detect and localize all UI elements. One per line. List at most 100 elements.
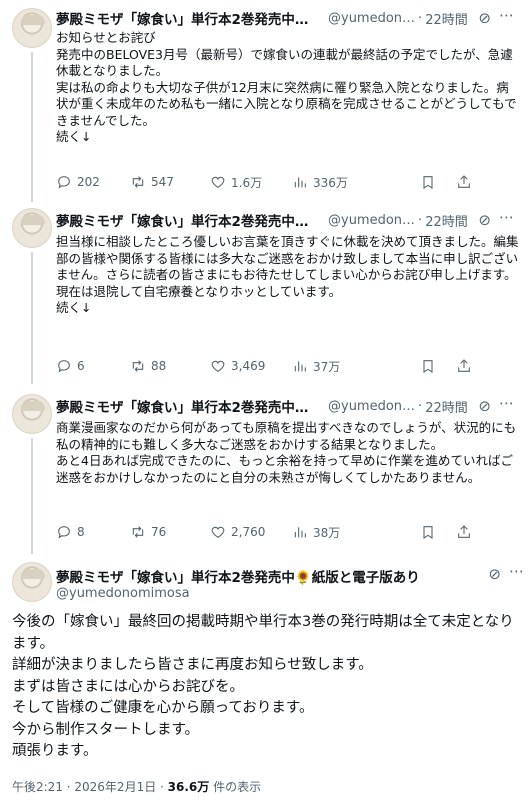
tweet-line: 発売中のBELOVE3月号（最新号）で嫁食いの連載が最終話の予定でしたが、急遽休… [56, 46, 513, 79]
tweet-line: 実は私の命よりも大切な子供が12月末に突然病に罹り緊急入院となりました。病状が重… [56, 79, 517, 128]
retweet-button[interactable]: 547 [130, 174, 174, 190]
author-name[interactable]: 夢殿ミモザ「嫁食い」単行本2巻発売中🌻… [56, 396, 322, 416]
share-icon [458, 525, 470, 538]
share-button[interactable] [456, 524, 472, 540]
heart-icon [211, 360, 225, 372]
tweet-3[interactable]: 夢殿ミモザ「嫁食い」単行本2巻発売中🌻… @yumedon… · 22時間 ⊘ … [0, 382, 531, 554]
tweet-line: 続く↓ [56, 129, 92, 144]
tweet-meta: 午後2:21 · 2026年2月1日 · 36.6万 件の表示 [12, 778, 261, 795]
more-icon[interactable]: ⋯ [499, 208, 515, 226]
tweet-line: お知らせとお詫び [56, 30, 156, 45]
more-icon[interactable]: ⋯ [499, 394, 515, 412]
like-count: 2,760 [231, 525, 266, 539]
tweet-line: 詳細が決まりましたら皆さまに再度お知らせ致します。 [12, 657, 373, 673]
view-count: 36.6万 [167, 780, 210, 794]
tweet-line: あと4日あれば完成できたのに、もっと余裕を持って早めに作業を進めていればご迷惑を… [56, 453, 513, 485]
tweet-line: 続く↓ [56, 300, 92, 315]
author-name[interactable]: 夢殿ミモザ「嫁食い」単行本2巻発売中🌻紙版と電子版あり [56, 566, 420, 586]
grok-icon[interactable]: ⊘ [478, 397, 491, 415]
author-handle[interactable]: @yumedon… [328, 213, 415, 228]
tweet-line: 現在は退院して自宅療養となりホッとしています。 [56, 283, 342, 299]
retweet-count: 88 [151, 359, 167, 373]
tweet-time[interactable]: 22時間 [425, 211, 468, 230]
tweet-header: 夢殿ミモザ「嫁食い」単行本2巻発売中🌻… @yumedon… · 22時間 ⊘ … [56, 394, 521, 416]
main-tweet-text: 今後の「嫁食い」最終回の掲載時期や単行本3巻の発行時期は全て未定となります。 詳… [12, 612, 519, 763]
views-button[interactable]: 38万 [292, 524, 340, 541]
thread-line [31, 252, 33, 384]
views-count: 38万 [313, 525, 341, 540]
views-icon [294, 177, 306, 188]
more-icon[interactable]: ⋯ [499, 6, 515, 24]
tweet-line: 頑張ります。 [12, 743, 98, 759]
tweet-text: 商業漫画家なのだから何があっても原稿を提出すべきなのでしょうが、状況的にも私の精… [56, 420, 519, 486]
heart-icon [211, 526, 225, 538]
thread-line [31, 438, 33, 554]
grok-icon[interactable]: ⊘ [478, 211, 491, 229]
separator-dot: · [418, 10, 423, 26]
retweet-icon [132, 176, 144, 188]
reply-button[interactable]: 6 [56, 358, 85, 374]
tweet-line: 担当様に相談したところ優しいお言葉を頂きすぐに休載を決めて頂きました。編集部の皆… [56, 234, 519, 282]
action-bar: 202 547 1.6万 336万 [56, 172, 523, 192]
bookmark-button[interactable] [420, 524, 436, 540]
share-icon [458, 359, 470, 372]
like-count: 1.6万 [231, 175, 263, 190]
view-label: 件の表示 [209, 780, 262, 794]
like-button[interactable]: 1.6万 [210, 174, 262, 191]
thread-line [31, 52, 33, 202]
reply-icon [58, 176, 70, 189]
tweet-header: 夢殿ミモザ「嫁食い」単行本2巻発売中🌻… @yumedon… · 22時間 ⊘ … [56, 208, 521, 230]
avatar[interactable] [12, 394, 52, 434]
retweet-button[interactable]: 88 [130, 358, 166, 374]
bookmark-button[interactable] [420, 358, 436, 374]
avatar[interactable] [12, 8, 52, 48]
bookmark-icon [423, 526, 433, 539]
tweet-2[interactable]: 夢殿ミモザ「嫁食い」単行本2巻発売中🌻… @yumedon… · 22時間 ⊘ … [0, 200, 531, 384]
like-button[interactable]: 3,469 [210, 358, 265, 374]
views-button[interactable]: 37万 [292, 358, 340, 375]
author-handle[interactable]: @yumedon… [328, 11, 415, 26]
reply-button[interactable]: 8 [56, 524, 85, 540]
more-icon[interactable]: ⋯ [509, 562, 525, 580]
heart-icon [211, 176, 225, 188]
avatar[interactable] [12, 208, 52, 248]
views-button[interactable]: 336万 [292, 174, 348, 191]
views-count: 37万 [313, 359, 341, 374]
author-handle[interactable]: @yumedon… [328, 399, 415, 414]
bookmark-button[interactable] [420, 174, 436, 190]
retweet-icon [132, 360, 144, 372]
author-name[interactable]: 夢殿ミモザ「嫁食い」単行本2巻発売中🌻… [56, 8, 322, 28]
reply-button[interactable]: 202 [56, 174, 100, 190]
tweet-line: 今から制作スタートします。 [12, 721, 200, 738]
tweet-time[interactable]: 22時間 [425, 9, 468, 28]
avatar[interactable] [12, 562, 52, 602]
tweet-time[interactable]: 22時間 [425, 397, 468, 416]
retweet-button[interactable]: 76 [130, 524, 166, 540]
tweet-line: 商業漫画家なのだから何があっても原稿を提出すべきなのでしょうが、状況的にも私の精… [56, 420, 517, 452]
share-icon [458, 175, 470, 188]
tweet-timestamp[interactable]: 午後2:21 · 2026年2月1日 · [12, 780, 168, 794]
tweet-text: お知らせとお詫び 発売中のBELOVE3月号（最新号）で嫁食いの連載が最終話の予… [56, 30, 519, 146]
share-button[interactable] [456, 358, 472, 374]
tweet-1[interactable]: 夢殿ミモザ「嫁食い」単行本2巻発売中🌻… @yumedon… · 22時間 ⊘ … [0, 0, 531, 202]
action-bar: 6 88 3,469 37万 [56, 356, 523, 376]
author-handle[interactable]: @yumedonomimosa [56, 586, 190, 601]
retweet-icon [132, 526, 144, 538]
grok-icon[interactable]: ⊘ [488, 565, 501, 583]
tweet-line: そして皆様のご健康を心から願っております。 [12, 700, 314, 716]
tweet-line: 今後の「嫁食い」最終回の掲載時期や単行本3巻の発行時期は全て未定となります。 [12, 614, 514, 652]
action-bar: 8 76 2,760 38万 [56, 522, 523, 542]
tweet-header: 夢殿ミモザ「嫁食い」単行本2巻発売中🌻… @yumedon… · 22時間 ⊘ … [56, 6, 521, 28]
separator-dot: · [418, 398, 423, 414]
like-count: 3,469 [231, 359, 266, 373]
share-button[interactable] [456, 174, 472, 190]
views-icon [294, 361, 306, 372]
reply-count: 8 [77, 525, 85, 539]
bookmark-icon [423, 176, 433, 189]
retweet-count: 76 [151, 525, 167, 539]
like-button[interactable]: 2,760 [210, 524, 265, 540]
grok-icon[interactable]: ⊘ [478, 9, 491, 27]
views-count: 336万 [313, 175, 348, 190]
tweet-line: まずは皆さまには心からお詫びを。 [12, 678, 244, 695]
author-name[interactable]: 夢殿ミモザ「嫁食い」単行本2巻発売中🌻… [56, 210, 322, 230]
